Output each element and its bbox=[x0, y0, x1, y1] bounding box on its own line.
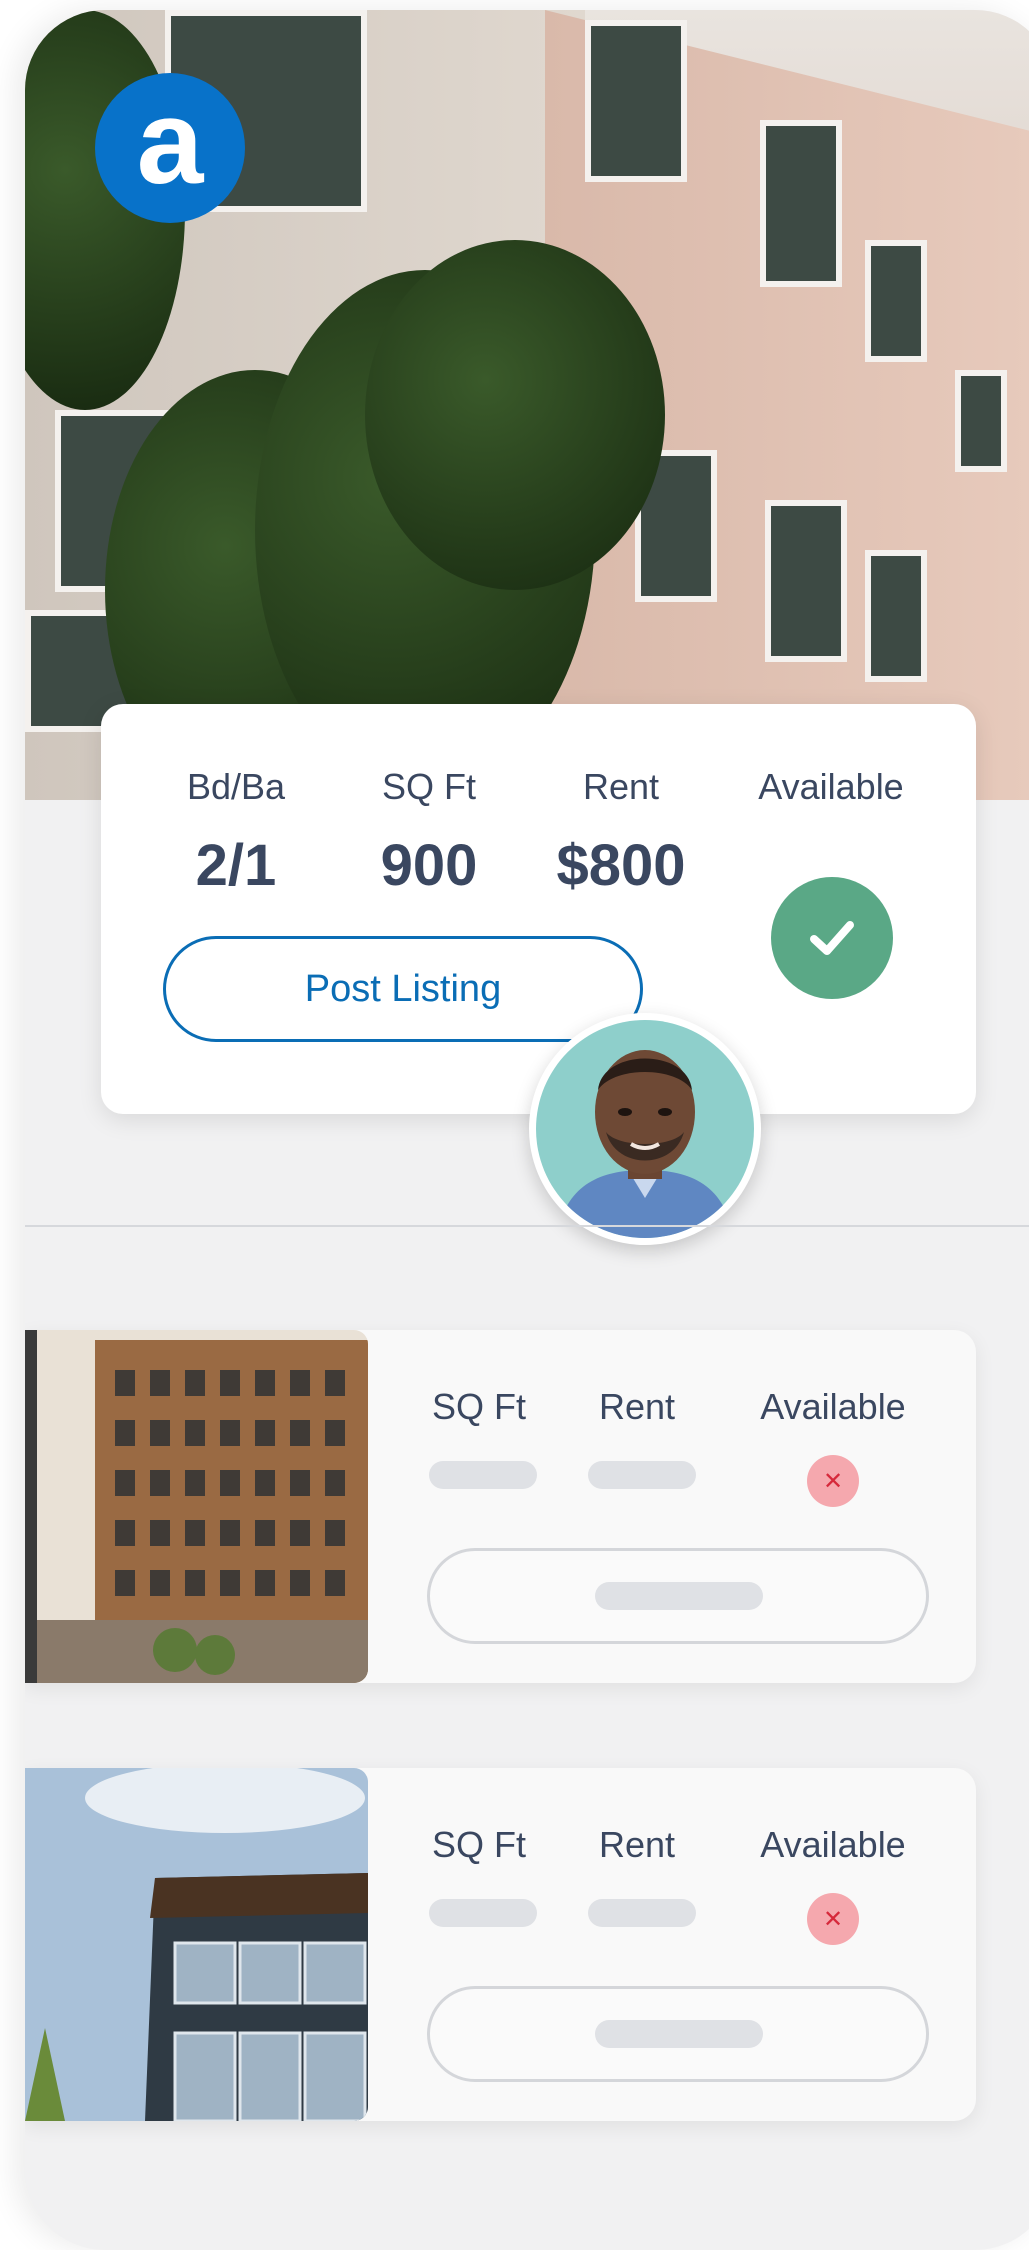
stat-label-available: Available bbox=[758, 766, 904, 807]
listing-label-available: Available bbox=[760, 1824, 906, 1865]
featured-listing-card: Bd/Ba 2/1 SQ Ft 900 Rent $800 Available … bbox=[101, 704, 976, 1114]
unavailable-status-badge: ✕ bbox=[807, 1455, 859, 1507]
unavailable-status-badge: ✕ bbox=[807, 1893, 859, 1945]
stat-label-bdba: Bd/Ba bbox=[186, 766, 286, 807]
listing-action-button[interactable] bbox=[427, 1986, 929, 2082]
close-icon: ✕ bbox=[822, 1905, 844, 1933]
listing-card[interactable]: SQ Ft Rent Available ✕ bbox=[25, 1330, 976, 1683]
check-icon bbox=[810, 921, 854, 955]
svg-text:a: a bbox=[137, 93, 205, 203]
rent-placeholder bbox=[588, 1899, 696, 1927]
section-divider bbox=[25, 1225, 1029, 1227]
sqft-placeholder bbox=[429, 1899, 537, 1927]
person-avatar-icon bbox=[556, 1050, 734, 1238]
listing-label-rent: Rent bbox=[598, 1824, 676, 1865]
stat-label-rent: Rent bbox=[582, 766, 660, 807]
brand-logo-icon: a bbox=[137, 93, 205, 203]
stat-label-sqft: SQ Ft bbox=[381, 766, 476, 807]
listing-photo bbox=[25, 1330, 368, 1683]
listing-label-available: Available bbox=[760, 1386, 906, 1427]
listing-photo bbox=[25, 1768, 368, 2121]
post-listing-button[interactable]: Post Listing bbox=[163, 936, 643, 1042]
available-status-badge bbox=[771, 877, 893, 999]
stat-value-bdba: 2/1 bbox=[195, 833, 277, 898]
stat-value-rent: $800 bbox=[556, 833, 686, 898]
listing-action-button[interactable] bbox=[427, 1548, 929, 1644]
button-label-placeholder bbox=[595, 1582, 763, 1610]
rent-placeholder bbox=[588, 1461, 696, 1489]
listing-label-rent: Rent bbox=[598, 1386, 676, 1427]
stat-value-sqft: 900 bbox=[380, 833, 478, 898]
phone-frame: a Bd/Ba 2/1 SQ Ft 900 Rent $800 Availabl… bbox=[25, 10, 1029, 2250]
close-icon: ✕ bbox=[822, 1467, 844, 1495]
sqft-placeholder bbox=[429, 1461, 537, 1489]
button-label-placeholder bbox=[595, 2020, 763, 2048]
listing-card[interactable]: SQ Ft Rent Available ✕ bbox=[25, 1768, 976, 2121]
brand-logo: a bbox=[95, 73, 245, 223]
agent-avatar bbox=[529, 1013, 761, 1245]
